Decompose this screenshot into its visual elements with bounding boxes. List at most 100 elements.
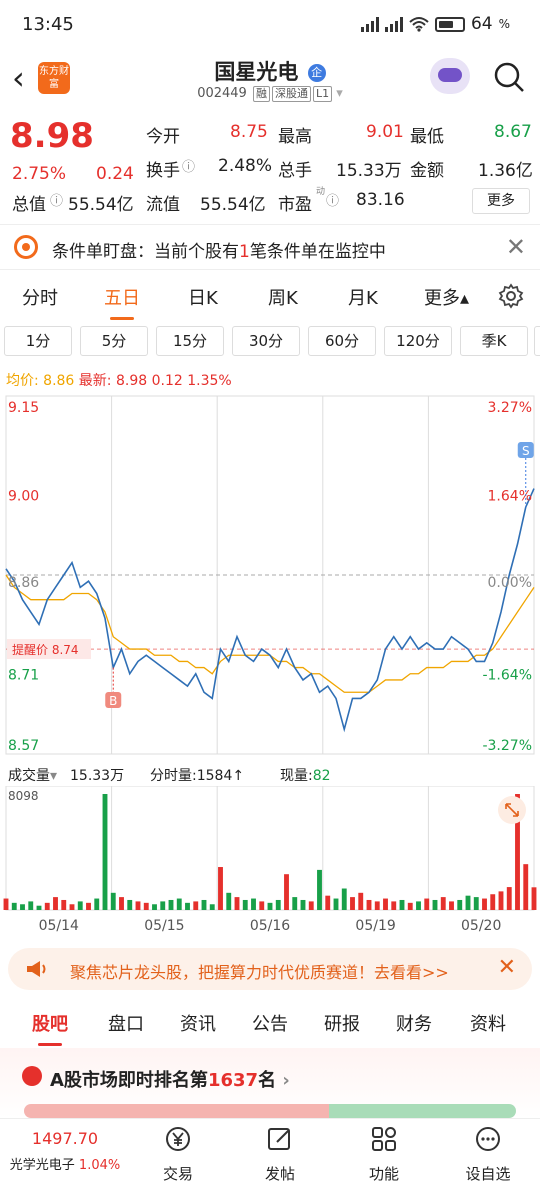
- rank-sentiment-bar: [24, 1104, 516, 1118]
- nav-trade-label: 交易: [162, 1165, 193, 1183]
- price-chart[interactable]: 9.15 3.27% 9.00 1.64% 8.86 0.00% 8.71 -1.64% 8.5…: [0, 390, 540, 760]
- change-amount: 0.24: [96, 164, 134, 184]
- volume-bar: [86, 902, 91, 910]
- volume-bar: [424, 898, 430, 910]
- tab-daily-k[interactable]: 日K: [188, 284, 218, 310]
- tab-news[interactable]: 资讯: [180, 1010, 216, 1036]
- latest-change: 0.12: [151, 373, 183, 389]
- interval-overflow[interactable]: [534, 326, 540, 356]
- volume-bar: [317, 869, 322, 910]
- volume-bar: [102, 794, 108, 910]
- tag-connect: 深股通: [271, 86, 311, 102]
- tab-announcements[interactable]: 公告: [252, 1010, 288, 1036]
- volume-bar: [152, 904, 157, 910]
- volume-chart[interactable]: 8098 05/14 05/15 05/16 05/19 05/20: [0, 785, 540, 938]
- sector-index-row: 光学光电子 1.04%: [0, 1154, 130, 1173]
- volume-bar: [119, 897, 124, 910]
- tab-five-day[interactable]: 五日: [104, 284, 140, 320]
- target-icon: [14, 235, 38, 259]
- condition-count: 1: [239, 242, 250, 262]
- volume-bar: [209, 904, 215, 910]
- volume-bar: [11, 902, 17, 910]
- latest-price: 8.98: [115, 373, 148, 389]
- tab-monthly-k[interactable]: 月K: [348, 284, 378, 310]
- high-value: 9.01: [366, 122, 404, 142]
- price-line: [5, 488, 535, 733]
- volume-bar: [449, 901, 454, 910]
- volume-bar: [308, 901, 314, 910]
- dropdown-icon: ▾: [336, 86, 343, 101]
- interval-1min[interactable]: 1分: [4, 326, 72, 356]
- tab-research[interactable]: 研报: [324, 1010, 360, 1036]
- interval-5min[interactable]: 5分: [80, 326, 148, 356]
- turnover-value: 2.48%: [218, 156, 273, 176]
- current-volume: 现量:82: [280, 768, 331, 784]
- condition-order-bar[interactable]: 条件单盯盘：当前个股有1笔条件单在监控中 ✕: [0, 224, 540, 270]
- interval-15min[interactable]: 15分: [156, 326, 224, 356]
- market-rank[interactable]: A股市场即时排名第1637名 ›: [0, 1048, 540, 1118]
- volume-bar: [275, 899, 281, 910]
- interval-120min[interactable]: 120分: [384, 326, 452, 356]
- volume-bar: [201, 899, 207, 910]
- avg-price-label: 均价:: [6, 373, 39, 389]
- volume-bar: [440, 897, 446, 910]
- tab-profile[interactable]: 资料: [470, 1010, 506, 1036]
- tab-orderbook[interactable]: 盘口: [108, 1010, 144, 1036]
- y-pct-label: -3.27%: [482, 738, 532, 754]
- volume-selector[interactable]: 成交量▾: [8, 765, 57, 785]
- volume-bar: [234, 897, 240, 910]
- interval-quarter-k[interactable]: 季K: [460, 326, 528, 356]
- tab-weekly-k[interactable]: 周K: [268, 284, 298, 310]
- volume-bar: [20, 904, 25, 910]
- info-icon[interactable]: ⓘ: [182, 156, 195, 175]
- tab-more[interactable]: 更多▴: [424, 284, 469, 310]
- alert-tag-label: 提醒价 8.74: [12, 642, 79, 657]
- chevron-right-icon: ›: [282, 1070, 290, 1091]
- condition-text: 条件单盯盘：当前个股有1笔条件单在监控中: [52, 242, 386, 262]
- close-icon[interactable]: ✕: [506, 233, 526, 261]
- more-dots-icon: [476, 1127, 500, 1151]
- interval-30min[interactable]: 30分: [232, 326, 300, 356]
- interval-60min[interactable]: 60分: [308, 326, 376, 356]
- search-icon[interactable]: [492, 60, 526, 94]
- alert-price-tag: 提醒价 8.74: [7, 639, 91, 660]
- nav-post[interactable]: 发帖: [240, 1125, 320, 1184]
- volume-bar: [333, 898, 339, 910]
- volume-chart-svg[interactable]: 8098 05/14 05/15 05/16 05/19 05/20: [0, 785, 540, 938]
- tab-intraday[interactable]: 分时: [22, 284, 58, 310]
- low-label: 最低: [410, 127, 444, 147]
- x-tick-label: 05/15: [144, 918, 184, 934]
- nav-functions[interactable]: 功能: [344, 1125, 424, 1184]
- more-button[interactable]: 更多: [472, 188, 530, 214]
- status-icons: 64%: [360, 14, 510, 34]
- volume-bar: [358, 892, 364, 910]
- volume-bar: [36, 905, 42, 910]
- volume-bar: [69, 904, 75, 910]
- volume-bar: [498, 891, 504, 910]
- nav-trade[interactable]: 交易: [138, 1125, 218, 1184]
- amount-label: 金额: [410, 161, 444, 181]
- y-tick-label: 8.86: [8, 575, 39, 591]
- info-icon[interactable]: ⓘ: [50, 190, 63, 209]
- volume-bar: [325, 895, 331, 910]
- close-icon[interactable]: ✕: [498, 955, 516, 980]
- volume-bar: [366, 899, 372, 910]
- tag-margin: 融: [252, 86, 270, 102]
- amount-value: 1.36亿: [478, 161, 533, 181]
- volume-bar: [284, 874, 289, 910]
- promo-banner[interactable]: 聚焦芯片龙头股，把握算力时代优质赛道！去看看>> ✕: [8, 948, 532, 990]
- tab-finance[interactable]: 财务: [396, 1010, 432, 1036]
- status-time: 13:45: [22, 14, 74, 35]
- yuan-icon: [166, 1127, 190, 1151]
- settings-gear-icon[interactable]: [498, 283, 524, 309]
- info-icon[interactable]: ⓘ: [326, 190, 339, 209]
- current-price: 8.98: [10, 116, 94, 156]
- sector-index[interactable]: 1497.70 光学光电子 1.04%: [0, 1129, 130, 1173]
- price-chart-svg[interactable]: 9.15 3.27%9.00 1.64%8.86 0.00%8.71 -1.64%8.5…: [0, 390, 540, 760]
- assistant-robot-icon[interactable]: [430, 58, 470, 94]
- tab-forum[interactable]: 股吧: [32, 1010, 68, 1046]
- volume-bar: [350, 897, 355, 910]
- nav-watchlist[interactable]: 设自选: [448, 1125, 528, 1184]
- sector-pct: 1.04%: [78, 1158, 121, 1173]
- edit-icon: [268, 1128, 290, 1150]
